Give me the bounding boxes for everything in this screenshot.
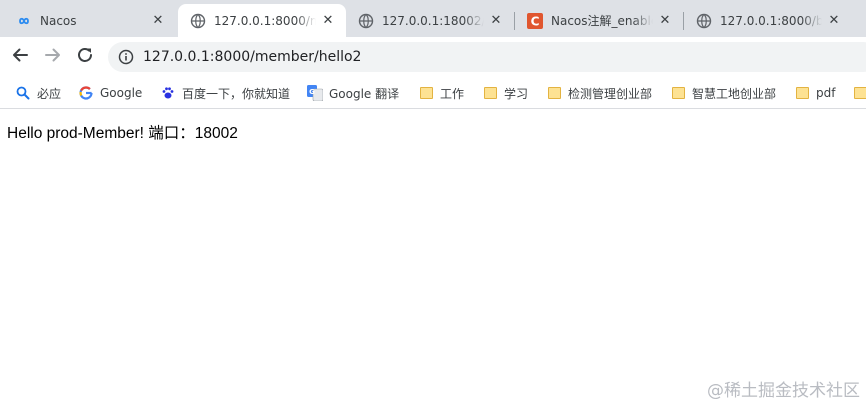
tab-title: 127.0.0.1:8000/member/hello2 [214, 13, 316, 28]
nacos-logo-icon [16, 13, 32, 29]
bookmark-label: 必应 [37, 86, 62, 101]
folder-icon [670, 85, 686, 101]
tab-title: 127.0.0.1:8000/business [720, 13, 822, 28]
url-text: 127.0.0.1:8000/member/hello2 [143, 49, 362, 65]
close-icon[interactable]: ✕ [488, 13, 504, 29]
folder-icon [852, 85, 866, 101]
response-body-text: Hello prod-Member! 端口：18002 [7, 125, 238, 142]
close-icon[interactable]: ✕ [150, 13, 166, 29]
bookmark-label: Google [100, 86, 143, 100]
close-icon[interactable]: ✕ [320, 13, 336, 29]
close-icon[interactable]: ✕ [657, 13, 673, 29]
tab-strip: Nacos ✕ 127.0.0.1:8000/member/hello2 ✕ 1… [0, 0, 866, 37]
globe-icon [696, 13, 712, 29]
bookmark-google-translate[interactable]: G Google 翻译 [307, 83, 399, 103]
address-bar[interactable]: 127.0.0.1:8000/member/hello2 [108, 42, 866, 72]
tab-business[interactable]: 127.0.0.1:8000/business ✕ [684, 4, 852, 37]
bookmark-folder-pdf[interactable]: pdf [794, 83, 835, 103]
svg-text:G: G [309, 88, 315, 96]
bookmark-bing[interactable]: 必应 [15, 83, 61, 103]
bookmark-label: 智慧工地创业部 [692, 86, 777, 101]
bookmark-folder-inspection[interactable]: 检测管理创业部 [546, 83, 652, 103]
tab-active-member-hello2[interactable]: 127.0.0.1:8000/member/hello2 ✕ [178, 4, 346, 37]
folder-icon [546, 85, 562, 101]
browser-toolbar: 127.0.0.1:8000/member/hello2 [0, 37, 866, 77]
back-button[interactable] [8, 45, 32, 69]
tab-csdn-nacos[interactable]: C Nacos注解_enable ✕ [515, 4, 683, 37]
arrow-right-icon [44, 46, 62, 68]
bookmark-folder-smart-site[interactable]: 智慧工地创业部 [670, 83, 776, 103]
bookmark-label: Google 翻译 [329, 86, 400, 101]
bookmark-label: pdf [816, 86, 836, 100]
forward-button[interactable] [41, 45, 65, 69]
google-translate-icon: G [307, 85, 323, 101]
folder-icon [794, 85, 810, 101]
csdn-logo-icon: C [527, 12, 543, 29]
bookmark-label: 百度一下，你就知道 [182, 86, 291, 101]
bookmark-folder-work[interactable]: 工作 [418, 83, 464, 103]
reload-button[interactable] [73, 45, 97, 69]
reload-icon [76, 46, 94, 68]
bookmark-label: 检测管理创业部 [568, 86, 653, 101]
bookmark-baidu[interactable]: 百度一下，你就知道 [160, 83, 290, 103]
globe-icon [190, 13, 206, 29]
baidu-paw-icon [160, 85, 176, 101]
google-icon [78, 85, 94, 101]
close-icon[interactable]: ✕ [826, 13, 842, 29]
tab-nacos[interactable]: Nacos ✕ [4, 4, 176, 37]
tab-title: Nacos [40, 13, 77, 28]
tab-title: Nacos注解_enable [551, 14, 653, 28]
watermark: @稀土掘金技术社区 [707, 381, 860, 401]
bookmark-overflow-folder[interactable] [852, 83, 866, 103]
search-icon [15, 85, 31, 101]
svg-text:C: C [531, 14, 540, 28]
info-icon[interactable] [118, 49, 134, 65]
bookmarks-bar: 必应 Google 百度一下，你就知道 G Google 翻译 工作 学习 检测… [0, 77, 866, 109]
bookmark-label: 学习 [504, 86, 529, 101]
globe-icon [358, 13, 374, 29]
tab-title: 127.0.0.1:18002/member/hello2 [382, 13, 484, 28]
bookmark-label: 工作 [440, 86, 465, 101]
bookmark-google[interactable]: Google [78, 83, 142, 103]
tab-member-hello2-18002[interactable]: 127.0.0.1:18002/member/hello2 ✕ [346, 4, 514, 37]
arrow-left-icon [11, 46, 29, 68]
folder-icon [418, 85, 434, 101]
folder-icon [482, 85, 498, 101]
bookmark-folder-study[interactable]: 学习 [482, 83, 528, 103]
